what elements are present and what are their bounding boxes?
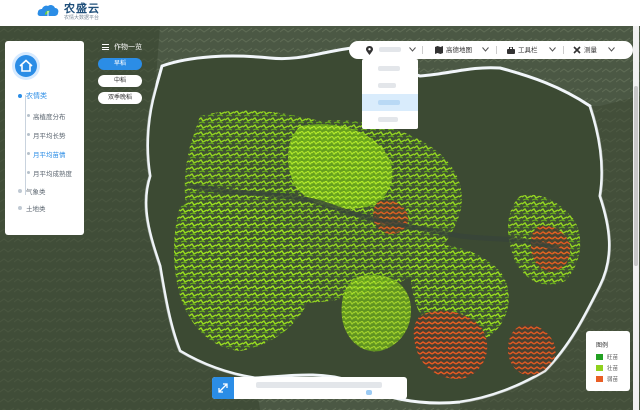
category-land[interactable]: 土地类 (26, 203, 46, 213)
menu-icon (102, 44, 109, 50)
tools-menu[interactable]: 工具栏 (507, 41, 538, 59)
toolbar-divider (563, 46, 564, 54)
legend-title: 图例 (596, 342, 609, 349)
map-legend: 图例 旺苗 壮苗 弱苗 (586, 331, 630, 391)
item-dot-active (27, 152, 30, 155)
chevron-down-icon[interactable] (608, 47, 615, 52)
timeline-track[interactable] (256, 382, 382, 388)
top-bar: 农盛云 农情大数据平台 (0, 0, 640, 26)
logo-icon (36, 2, 60, 22)
location-pin-icon (366, 45, 373, 55)
app-logo[interactable]: 农盛云 农情大数据平台 (36, 2, 100, 22)
app-subtitle: 农情大数据平台 (64, 15, 100, 21)
legend-label: 弱苗 (607, 376, 619, 383)
region-value-placeholder (379, 47, 401, 52)
measure-menu[interactable]: 测量 (573, 41, 597, 59)
scrollbar-thumb[interactable] (634, 86, 638, 266)
timeline-marker[interactable] (366, 390, 372, 395)
category-crop[interactable]: 农情类 (26, 91, 47, 101)
home-button[interactable] (15, 55, 37, 77)
crop-button-mid-rice[interactable]: 中稻 (98, 75, 142, 87)
chevron-down-icon[interactable] (482, 47, 489, 52)
map-icon (435, 46, 443, 54)
dropdown-option[interactable] (362, 77, 418, 94)
region-selector[interactable] (366, 41, 373, 59)
legend-label: 旺苗 (607, 354, 619, 361)
layer-item-maturity[interactable]: 月平均成熟度 (33, 168, 72, 178)
page-scrollbar[interactable] (633, 26, 639, 410)
legend-swatch (596, 364, 603, 371)
region-dropdown (362, 59, 418, 129)
item-dot (27, 133, 30, 136)
crop-panel-label: 作物一览 (114, 43, 142, 51)
basemap-selector[interactable]: 高德地图 (435, 41, 472, 59)
expand-icon (218, 383, 228, 393)
tools-label: 工具栏 (518, 46, 538, 54)
tree-connector (25, 95, 26, 195)
legend-swatch (596, 353, 603, 360)
category-weather[interactable]: 气象类 (26, 186, 46, 196)
crop-button-late-rice[interactable]: 双季晚稻 (98, 92, 142, 104)
chevron-down-icon[interactable] (549, 47, 556, 52)
legend-item: 旺苗 (596, 353, 619, 361)
layer-sidebar: 农情类 高植度分布 月平均长势 月平均苗情 月平均成熟度 气象类 土地类 (5, 41, 84, 235)
measure-label: 测量 (584, 46, 597, 54)
satellite-map[interactable] (0, 26, 640, 410)
chevron-down-icon[interactable] (409, 47, 416, 52)
legend-swatch (596, 375, 603, 382)
ruler-icon (573, 46, 581, 54)
crop-button-early-rice[interactable]: 早稻 (98, 58, 142, 70)
layer-item-seedling[interactable]: 月平均苗情 (33, 149, 66, 159)
toolbar-divider (496, 46, 497, 54)
category-dot (18, 94, 22, 98)
legend-item: 壮苗 (596, 364, 619, 372)
basemap-label: 高德地图 (446, 46, 472, 54)
item-dot (27, 114, 30, 117)
app-title: 农盛云 (64, 2, 100, 15)
toolbar-divider (422, 46, 423, 54)
home-icon (19, 59, 33, 72)
dropdown-option-selected[interactable] (362, 94, 418, 111)
dropdown-option[interactable] (362, 111, 418, 128)
map-toolbar: 高德地图 工具栏 测量 (349, 41, 633, 59)
dropdown-option[interactable] (362, 60, 418, 77)
layer-item-distribution[interactable]: 高植度分布 (33, 111, 66, 121)
category-dot (18, 206, 22, 210)
toolbox-icon (507, 46, 515, 54)
crop-panel-title[interactable]: 作物一览 (102, 42, 142, 52)
legend-label: 壮苗 (607, 365, 619, 372)
category-dot (18, 189, 22, 193)
timeline-bar[interactable] (212, 377, 407, 399)
layer-item-growth[interactable]: 月平均长势 (33, 130, 66, 140)
item-dot (27, 171, 30, 174)
expand-button[interactable] (212, 377, 234, 399)
legend-item: 弱苗 (596, 375, 619, 383)
